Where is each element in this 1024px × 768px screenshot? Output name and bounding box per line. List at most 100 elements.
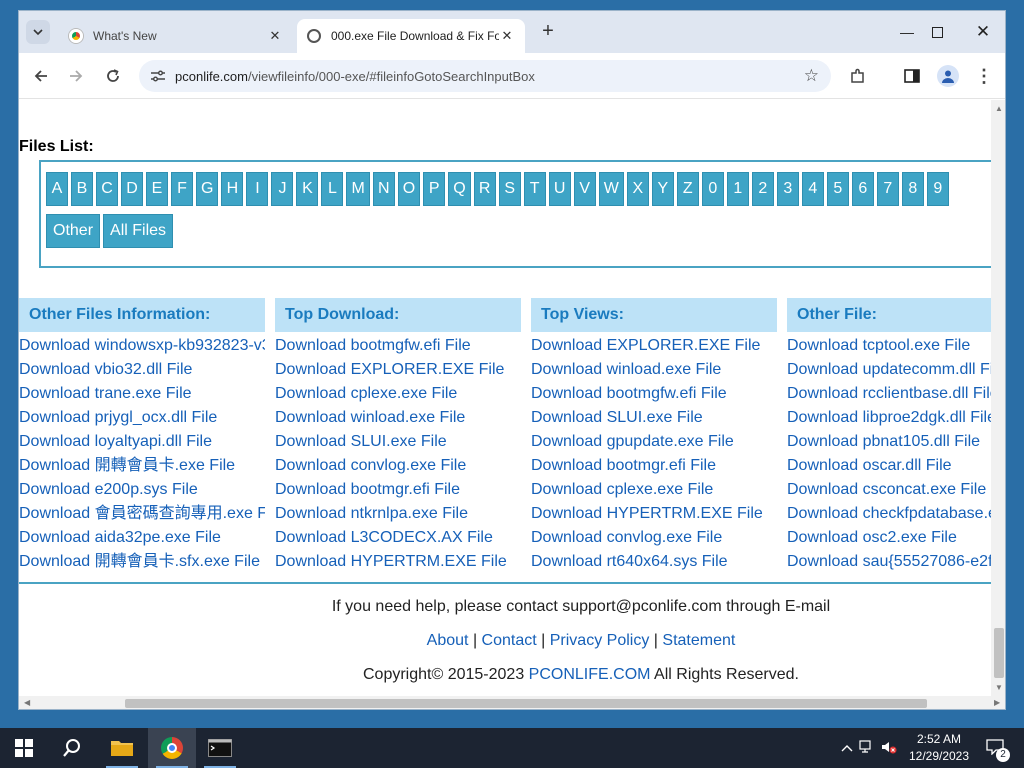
download-link[interactable]: Download cplexe.exe File [275,382,521,406]
download-link[interactable]: Download SLUI.exe File [531,406,777,430]
notification-center-button[interactable]: 2 [980,728,1010,768]
letter-button-g[interactable]: G [196,172,219,206]
letter-button-j[interactable]: J [271,172,294,206]
download-link[interactable]: Download gpupdate.exe File [531,430,777,454]
statement-link[interactable]: Statement [662,632,735,649]
letter-button-s[interactable]: S [498,172,521,206]
close-icon[interactable]: ✕ [499,28,515,44]
letter-button-l[interactable]: L [321,172,344,206]
letter-button-c[interactable]: C [96,172,118,206]
contact-link[interactable]: Contact [482,632,537,649]
download-link[interactable]: Download oscar.dll File [787,454,991,478]
letter-button-x[interactable]: X [626,172,649,206]
other-files-button[interactable]: Other [46,214,101,248]
letter-button-p[interactable]: P [423,172,446,206]
download-link[interactable]: Download vbio32.dll File [19,358,265,382]
letter-button-w[interactable]: W [598,172,624,206]
extensions-icon[interactable] [847,65,869,87]
reload-button[interactable] [101,64,125,88]
network-icon[interactable] [856,739,878,757]
vertical-scrollbar[interactable]: ▲ ▼ [991,100,1005,696]
download-link[interactable]: Download rcclientbase.dll File [787,382,991,406]
download-link[interactable]: Download EXPLORER.EXE File [531,334,777,358]
download-link[interactable]: Download bootmgfw.efi File [531,382,777,406]
download-link[interactable]: Download HYPERTRM.EXE File [531,502,777,526]
download-link[interactable]: Download trane.exe File [19,382,265,406]
about-link[interactable]: About [427,632,469,649]
download-link[interactable]: Download pbnat105.dll File [787,430,991,454]
maximize-button[interactable] [917,19,957,45]
download-link[interactable]: Download tcptool.exe File [787,334,991,358]
file-explorer-button[interactable] [98,728,146,768]
download-link[interactable]: Download SLUI.exe File [275,430,521,454]
download-link[interactable]: Download e200p.sys File [19,478,265,502]
download-link[interactable]: Download libproe2dgk.dll File [787,406,991,430]
site-info-icon[interactable] [149,67,167,85]
letter-button-t[interactable]: T [523,172,546,206]
download-link[interactable]: Download bootmgr.efi File [275,478,521,502]
download-link[interactable]: Download prjygl_ocx.dll File [19,406,265,430]
download-link[interactable]: Download winload.exe File [275,406,521,430]
letter-button-a[interactable]: A [46,172,68,206]
letter-button-q[interactable]: Q [448,172,471,206]
chevron-up-icon[interactable] [838,741,856,755]
profile-avatar-icon[interactable] [937,65,959,87]
letter-button-k[interactable]: K [296,172,319,206]
bookmark-star-icon[interactable]: ☆ [804,66,819,86]
letter-button-9[interactable]: 9 [926,172,949,206]
letter-button-u[interactable]: U [548,172,571,206]
download-link[interactable]: Download osc2.exe File [787,526,991,550]
letter-button-f[interactable]: F [171,172,193,206]
download-link[interactable]: Download 會員密碼查詢專用.exe F [19,502,265,526]
download-link[interactable]: Download EXPLORER.EXE File [275,358,521,382]
download-link[interactable]: Download checkfpdatabase.e [787,502,991,526]
download-link[interactable]: Download 開轉會員卡.sfx.exe File [19,550,265,574]
download-link[interactable]: Download updatecomm.dll Fi [787,358,991,382]
scroll-up-arrow-icon[interactable]: ▲ [995,104,1003,113]
back-button[interactable] [29,64,53,88]
tab-search-button[interactable] [26,20,50,44]
download-link[interactable]: Download cplexe.exe File [531,478,777,502]
new-tab-button[interactable]: + [537,21,559,43]
download-link[interactable]: Download bootmgfw.efi File [275,334,521,358]
download-link[interactable]: Download convlog.exe File [275,454,521,478]
letter-button-z[interactable]: Z [676,172,699,206]
close-window-button[interactable]: ✕ [963,19,1003,45]
download-link[interactable]: Download csconcat.exe File [787,478,991,502]
scroll-right-arrow-icon[interactable]: ▶ [994,698,1000,707]
letter-button-4[interactable]: 4 [801,172,824,206]
all-files-button[interactable]: All Files [103,214,174,248]
letter-button-7[interactable]: 7 [876,172,899,206]
forward-button[interactable] [64,64,88,88]
letter-button-6[interactable]: 6 [851,172,874,206]
letter-button-y[interactable]: Y [651,172,674,206]
download-link[interactable]: Download convlog.exe File [531,526,777,550]
letter-button-v[interactable]: V [573,172,596,206]
download-link[interactable]: Download winload.exe File [531,358,777,382]
search-button[interactable] [48,728,96,768]
vertical-scroll-thumb[interactable] [994,628,1004,678]
letter-button-r[interactable]: R [473,172,496,206]
download-link[interactable]: Download sau{55527086-e2f [787,550,991,574]
volume-muted-icon[interactable] [878,740,900,757]
letter-button-e[interactable]: E [146,172,168,206]
letter-button-d[interactable]: D [121,172,143,206]
horizontal-scroll-thumb[interactable] [125,699,927,708]
letter-button-8[interactable]: 8 [901,172,924,206]
start-button[interactable] [0,728,48,768]
download-link[interactable]: Download 開轉會員卡.exe File [19,454,265,478]
letter-button-m[interactable]: M [346,172,370,206]
letter-button-5[interactable]: 5 [826,172,849,206]
letter-button-3[interactable]: 3 [776,172,799,206]
pconlife-home-link[interactable]: PCONLIFE.COM [529,666,651,683]
download-link[interactable]: Download loyaltyapi.dll File [19,430,265,454]
letter-button-0[interactable]: 0 [701,172,724,206]
download-link[interactable]: Download aida32pe.exe File [19,526,265,550]
close-icon[interactable]: ✕ [267,28,283,44]
letter-button-i[interactable]: I [246,172,269,206]
letter-button-2[interactable]: 2 [751,172,774,206]
letter-button-o[interactable]: O [397,172,421,206]
tab-current-page[interactable]: 000.exe File Download & Fix For ✕ [297,19,525,53]
letter-button-b[interactable]: B [71,172,93,206]
scroll-left-arrow-icon[interactable]: ◀ [24,698,30,707]
